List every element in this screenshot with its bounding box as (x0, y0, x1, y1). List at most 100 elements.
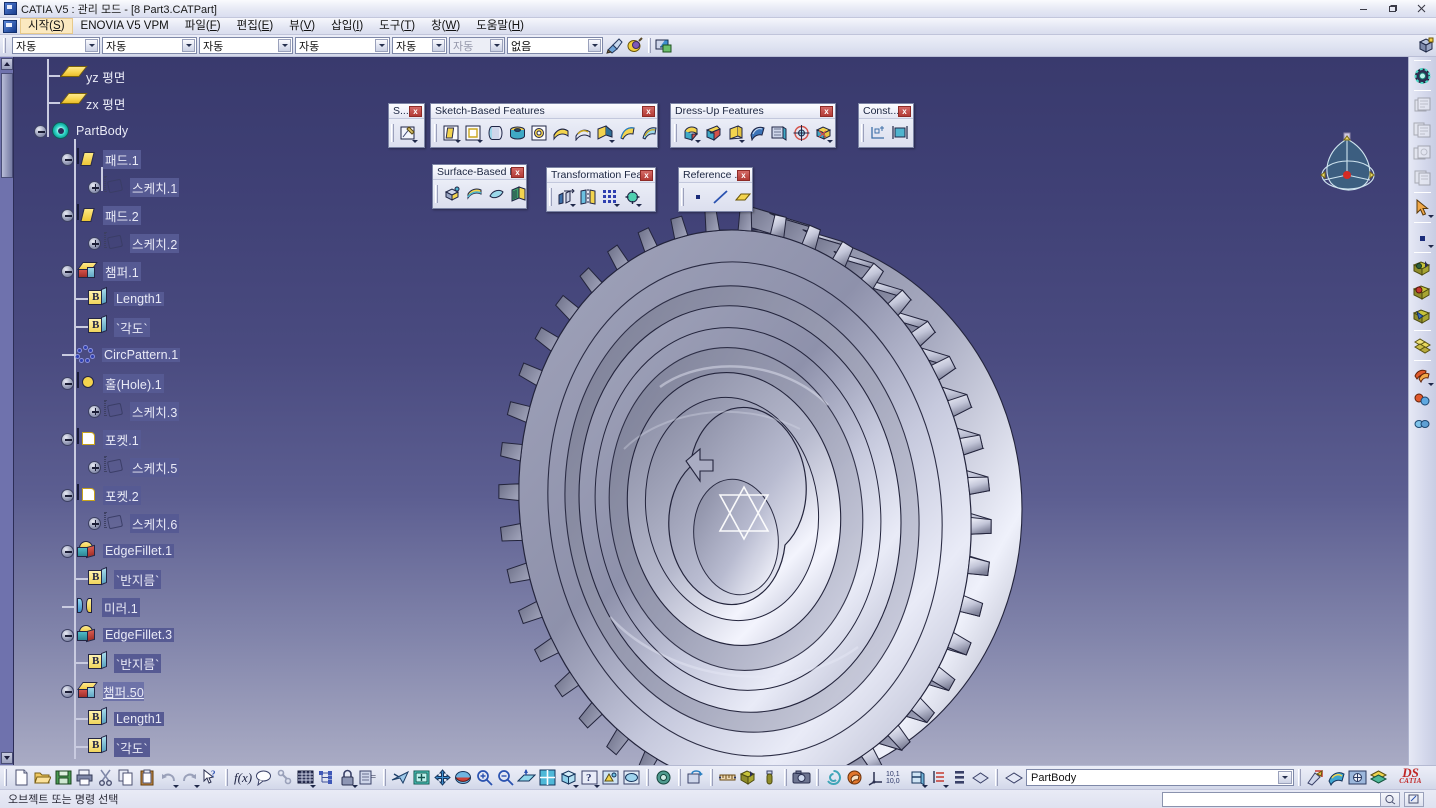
apply-material-icon[interactable] (654, 36, 674, 55)
close-icon[interactable]: x (409, 105, 422, 117)
formula-icon[interactable]: f(x) (232, 767, 253, 788)
active-object-combo[interactable]: PartBody (1026, 769, 1294, 786)
toolbar-grip[interactable] (549, 187, 552, 206)
expander-plus-icon[interactable] (88, 460, 101, 474)
paint-hand-icon[interactable] (844, 767, 865, 788)
measure-inertia-icon[interactable] (1411, 304, 1435, 327)
render-setup-icon[interactable] (653, 767, 674, 788)
chevron-down-icon[interactable] (85, 39, 98, 52)
expander-minus-icon[interactable] (61, 544, 74, 558)
measure-item-icon[interactable] (1411, 280, 1435, 303)
swap-visible-space-icon[interactable] (685, 767, 706, 788)
hide-show-icon[interactable] (621, 767, 642, 788)
analysis-icon[interactable] (1411, 334, 1435, 357)
section-icon[interactable] (907, 767, 928, 788)
tree-node-sketch-2[interactable]: 스케치.2 (88, 230, 180, 256)
menu-item-start[interactable]: 시작(S) (20, 18, 73, 34)
menu-item-enovia[interactable]: ENOVIA V5 VPM (73, 18, 177, 34)
render-style-icon[interactable] (1416, 36, 1436, 60)
named-views-icon[interactable]: ? (579, 767, 600, 788)
copy-icon[interactable] (116, 767, 137, 788)
chevron-down-icon[interactable] (588, 39, 601, 52)
sketch-based-features-toolbar[interactable]: Sketch-Based Features x (430, 103, 658, 148)
graphic-properties-fill[interactable]: 자동 (12, 37, 100, 54)
toolbar-header[interactable]: Dress-Up Features x (671, 104, 835, 119)
transformation-features-toolbar[interactable]: Transformation Feat... x (546, 167, 656, 212)
sew-surface-icon[interactable] (507, 183, 529, 204)
tree-node-pocket-2[interactable]: 포켓.2 (61, 482, 141, 508)
material-library-icon[interactable] (1368, 767, 1389, 788)
dropdown-arrow-icon[interactable] (614, 204, 620, 207)
generative-shape-icon[interactable] (1326, 767, 1347, 788)
split-icon[interactable] (441, 183, 463, 204)
lock-icon[interactable] (337, 767, 358, 788)
tree-node-edgefillet-3[interactable]: EdgeFillet.3 (61, 622, 175, 648)
toolbar-header[interactable]: Sketch-Based Features x (431, 104, 657, 119)
clash-icon[interactable] (928, 767, 949, 788)
graphic-properties-thickness[interactable]: 자동 (199, 37, 293, 54)
menu-item-file[interactable]: 파일(F) (177, 18, 229, 34)
redo-icon[interactable] (179, 767, 200, 788)
scroll-up-arrow[interactable] (1, 58, 13, 70)
assembly-design-icon[interactable] (1347, 767, 1368, 788)
tree-node-radius-a[interactable]: `반지름` (88, 566, 162, 592)
close-icon[interactable]: x (511, 166, 524, 178)
pad-icon[interactable] (440, 122, 462, 143)
toolbar-header[interactable]: S... x (389, 104, 424, 119)
dropdown-arrow-icon[interactable] (570, 204, 576, 207)
constraints-analysis-icon[interactable] (1411, 388, 1435, 411)
tree-node-edgefillet-1[interactable]: EdgeFillet.1 (61, 538, 175, 564)
constraint-dialog-icon[interactable] (867, 122, 889, 143)
tree-node-chamfer-1[interactable]: 챔퍼.1 (61, 258, 141, 284)
graphic-properties-linetype[interactable]: 자동 (102, 37, 197, 54)
tree-node-pad-1[interactable]: 패드.1 (61, 146, 141, 172)
toolbar-header[interactable]: Surface-Based F... x (433, 165, 526, 180)
apply-material-icon[interactable] (1411, 64, 1435, 87)
slot-icon[interactable] (572, 122, 594, 143)
close-icon[interactable]: x (640, 169, 653, 181)
toolbar-grip[interactable] (861, 123, 864, 142)
constraints-toolbar[interactable]: Const... x (858, 103, 914, 148)
loft-icon[interactable] (616, 122, 638, 143)
knowledge-pattern-icon[interactable] (316, 767, 337, 788)
menu-item-tools[interactable]: 도구(T) (371, 18, 423, 34)
zoom-out-icon[interactable] (495, 767, 516, 788)
material-icon[interactable] (970, 767, 991, 788)
dropdown-arrow-icon[interactable] (477, 140, 483, 143)
dropdown-arrow-icon[interactable] (1427, 245, 1434, 248)
translation-icon[interactable] (555, 186, 577, 207)
3d-compass[interactable] (1310, 123, 1385, 198)
sketch-icon[interactable] (397, 122, 419, 143)
tree-node-angle-a[interactable]: `각도` (88, 314, 150, 340)
toolbar-header[interactable]: Const... x (859, 104, 913, 119)
toolbar-grip[interactable] (3, 38, 6, 53)
paste-icon[interactable] (137, 767, 158, 788)
chevron-down-icon[interactable] (278, 39, 291, 52)
menu-item-help[interactable]: 도움말(H) (468, 18, 532, 34)
sketcher-toolbar[interactable]: S... x (388, 103, 425, 148)
graphic-properties-transparency[interactable]: 자동 (392, 37, 447, 54)
print-icon[interactable] (74, 767, 95, 788)
rectangular-pattern-icon[interactable] (599, 186, 621, 207)
tree-node-hole-1[interactable]: 홀(Hole).1 (61, 370, 164, 396)
create-datum-icon[interactable] (1411, 226, 1435, 249)
groove-icon[interactable] (506, 122, 528, 143)
chevron-down-icon[interactable] (432, 39, 445, 52)
scaling-icon[interactable] (621, 186, 643, 207)
multi-view-icon[interactable] (537, 767, 558, 788)
coordinates-icon[interactable]: 10,1 10,0 (886, 767, 907, 788)
expander-plus-icon[interactable] (88, 236, 101, 250)
expander-minus-icon[interactable] (61, 376, 74, 390)
design-table-icon[interactable]: = (358, 767, 379, 788)
isometric-view-icon[interactable] (558, 767, 579, 788)
tree-node-sketch-1[interactable]: 스케치.1 (88, 174, 180, 200)
mirror-icon[interactable] (577, 186, 599, 207)
toolbar-grip[interactable] (391, 123, 394, 142)
sketch-tracer-icon[interactable] (823, 767, 844, 788)
paintbrush-icon[interactable] (605, 36, 625, 55)
expander-minus-icon[interactable] (61, 432, 74, 446)
grid-table-icon[interactable] (295, 767, 316, 788)
thread-tap-icon[interactable] (790, 122, 812, 143)
dropdown-arrow-icon[interactable] (455, 140, 461, 143)
expander-minus-icon[interactable] (61, 264, 74, 278)
